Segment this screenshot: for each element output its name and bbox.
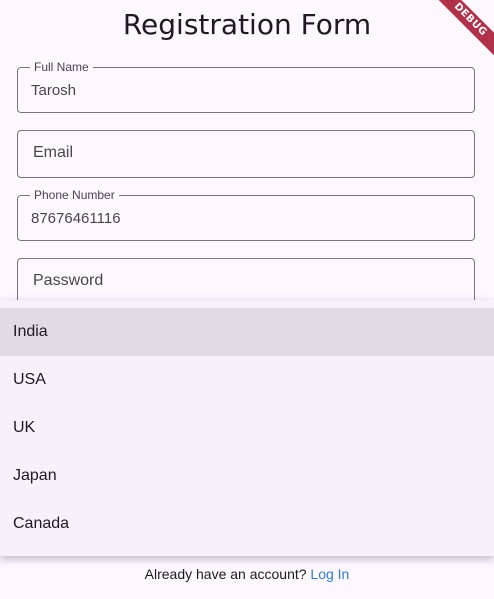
- password-field[interactable]: Password: [17, 258, 475, 306]
- debug-banner-label: DEBUG: [434, 0, 494, 60]
- page-title: Registration Form: [122, 8, 372, 41]
- country-dropdown-menu: India USA UK Japan Canada: [0, 300, 494, 556]
- country-option-japan[interactable]: Japan: [0, 452, 494, 500]
- phone-number-field[interactable]: Phone Number 87676461116: [17, 188, 475, 241]
- login-link[interactable]: Log In: [310, 566, 349, 582]
- debug-banner: DEBUG: [434, 0, 494, 60]
- full-name-field[interactable]: Full Name Tarosh: [17, 60, 475, 113]
- full-name-value: Tarosh: [31, 82, 77, 99]
- country-option-uk[interactable]: UK: [0, 404, 494, 452]
- email-placeholder: Email: [33, 144, 74, 161]
- phone-number-value: 87676461116: [31, 210, 121, 227]
- password-placeholder: Password: [33, 272, 104, 289]
- login-prompt-text: Already have an account?: [144, 566, 307, 582]
- country-option-usa[interactable]: USA: [0, 356, 494, 404]
- full-name-label: Full Name: [30, 60, 93, 74]
- country-option-canada[interactable]: Canada: [0, 500, 494, 548]
- login-prompt: Already have an account? Log In: [0, 566, 494, 582]
- country-option-india[interactable]: India: [0, 308, 494, 356]
- phone-number-label: Phone Number: [30, 188, 119, 202]
- email-field[interactable]: Email: [17, 130, 475, 178]
